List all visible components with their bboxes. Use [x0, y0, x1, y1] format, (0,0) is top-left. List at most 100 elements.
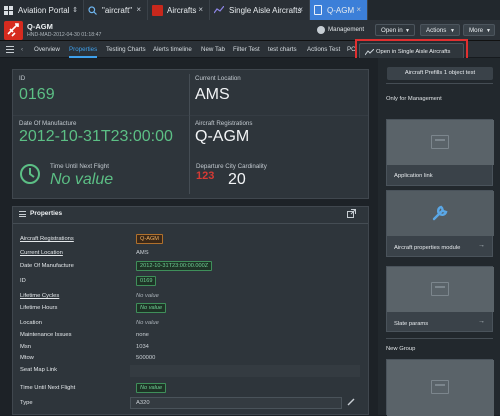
numeric-badge-icon: 123 — [196, 170, 215, 182]
pencil-icon[interactable] — [347, 398, 355, 406]
aircraft-registrations-label: Aircraft Registrations — [195, 120, 253, 127]
red-app-icon — [152, 4, 163, 16]
more-button[interactable]: More ▼ — [463, 24, 495, 36]
prop-label: Mtow — [20, 355, 34, 361]
prop-label[interactable]: Lifetime Cycles — [20, 293, 59, 299]
prop-label: Seat Map Link — [20, 367, 58, 373]
actions-button[interactable]: Actions ▼ — [420, 24, 460, 36]
date-of-manufacture-label: Date Of Manufacture — [19, 120, 77, 127]
departure-city-cardinality-value: 20 — [228, 171, 246, 188]
application-link-label: Application link — [394, 173, 433, 179]
prop-value: 1034 — [136, 344, 149, 350]
clock-icon — [20, 164, 40, 184]
type-field[interactable] — [130, 397, 342, 409]
date-of-manufacture-value: 2012-10-31T23:00:00 — [19, 128, 173, 145]
tab-single-aisle-aircrafts[interactable]: Single Aisle Aircrafts × — [210, 0, 310, 20]
prop-label: Date Of Manufacture — [20, 263, 74, 269]
tab-aviation-portal[interactable]: Aviation Portal ⇕ — [0, 0, 84, 20]
tab-search-aircraft[interactable]: "aircraft" × — [84, 0, 148, 20]
tab-label: Single Aisle Aircrafts — [229, 5, 302, 15]
tab-testing-charts[interactable]: Testing Charts — [106, 41, 146, 58]
tab-label: Aviation Portal — [18, 5, 70, 15]
chevron-updown-icon[interactable]: ⇕ — [72, 6, 78, 14]
management-link[interactable]: Management — [328, 26, 364, 33]
aircraft-prefills-button[interactable]: Aircraft Prefills 1 object test — [387, 67, 493, 80]
prop-label[interactable]: Current Location — [20, 250, 63, 256]
card-divider-top — [13, 115, 368, 116]
arrow-right-icon[interactable]: → — [478, 318, 485, 325]
tab-filter-test[interactable]: Filter Test — [233, 41, 260, 58]
tab-test-charts[interactable]: test charts — [268, 41, 297, 58]
application-link-widget[interactable]: Application link — [386, 119, 494, 186]
aircraft-properties-module-label: Aircraft properties module — [394, 245, 461, 251]
caret-down-icon: ▼ — [450, 28, 455, 34]
image-placeholder — [387, 360, 494, 416]
tab-aircrafts[interactable]: Aircrafts × — [148, 0, 210, 20]
more-label: More — [469, 27, 484, 34]
slate-params-label: Slate params — [394, 321, 429, 327]
prop-label: Time Until Next Flight — [20, 385, 76, 391]
prop-label: Msn — [20, 344, 31, 350]
prop-value: No value — [136, 320, 159, 326]
divider — [386, 338, 493, 339]
tab-new-tab[interactable]: New Tab — [201, 41, 225, 58]
tab-actions-test[interactable]: Actions Test — [307, 41, 340, 58]
object-icon — [4, 21, 23, 40]
time-until-next-flight-label: Time Until Next Flight — [50, 163, 109, 170]
page-title: Q-AGM — [27, 22, 53, 31]
only-for-management-heading: Only for Management — [386, 96, 442, 102]
chart-icon — [214, 6, 224, 14]
document-icon — [314, 5, 322, 15]
id-value: 0169 — [19, 86, 55, 103]
prop-label: Location — [20, 320, 42, 326]
image-icon — [431, 135, 449, 149]
tab-properties[interactable]: Properties — [69, 41, 98, 58]
id-label: ID — [19, 75, 26, 82]
prop-label[interactable]: Aircraft Registrations — [20, 236, 74, 242]
close-icon[interactable]: × — [198, 5, 203, 14]
prop-value-chip[interactable]: Q-AGM — [136, 234, 163, 244]
close-icon[interactable]: × — [298, 5, 303, 14]
current-location-label: Current Location — [195, 75, 241, 82]
prop-label: Type — [20, 400, 33, 406]
actions-label: Actions — [426, 27, 447, 34]
object-header: Q-AGM HND-MAD-2012-04-30 01:18:47 Manage… — [0, 20, 500, 41]
divider — [386, 83, 493, 84]
airplane-icon — [7, 23, 19, 37]
prop-value-chip[interactable]: No value — [136, 303, 167, 313]
prop-value-chip[interactable]: 2012-10-31T23:00:00.000Z — [136, 261, 213, 271]
open-in-button[interactable]: Open in ▼ — [375, 24, 415, 36]
wrench-icon — [432, 205, 448, 221]
external-link-icon[interactable] — [347, 209, 356, 218]
seat-map-link-field[interactable] — [130, 365, 360, 377]
aircraft-properties-module-widget[interactable]: Aircraft properties module → — [386, 190, 494, 257]
caret-down-icon: ▼ — [486, 28, 491, 34]
prop-label: Maintenance Issues — [20, 332, 72, 338]
close-icon[interactable]: × — [356, 5, 361, 14]
chart-icon — [365, 49, 374, 56]
tab-alerts-timeline[interactable]: Alerts timeline — [153, 41, 192, 58]
tab-q-agm[interactable]: Q-AGM × — [310, 0, 368, 20]
list-icon — [19, 211, 26, 217]
card-header-divider — [13, 223, 368, 224]
hamburger-icon[interactable] — [6, 46, 14, 53]
tab-label: Aircrafts — [167, 5, 197, 15]
prop-value-chip[interactable]: 0169 — [136, 276, 157, 286]
prop-value: No value — [136, 293, 159, 299]
tab-label: Q-AGM — [327, 5, 355, 15]
new-group-widget[interactable] — [386, 359, 494, 416]
tab-overview[interactable]: Overview — [34, 41, 60, 58]
aircraft-registrations-value: Q-AGM — [195, 128, 250, 145]
time-until-next-flight-value: No value — [50, 171, 114, 188]
open-in-label: Open in — [381, 27, 403, 34]
slate-params-widget[interactable]: Slate params → — [386, 266, 494, 332]
prop-label: ID — [20, 278, 26, 284]
menu-item-open-single-aisle[interactable]: Open in Single Aisle Aircrafts — [376, 49, 450, 55]
departure-city-cardinality-label: Departure City Cardinality — [196, 163, 267, 170]
close-icon[interactable]: × — [136, 5, 141, 14]
image-placeholder — [387, 191, 494, 236]
grid-icon — [4, 5, 13, 15]
chevron-left-icon[interactable]: ‹ — [21, 41, 23, 58]
prop-value-chip[interactable]: No value — [136, 383, 167, 393]
arrow-right-icon[interactable]: → — [478, 242, 485, 249]
